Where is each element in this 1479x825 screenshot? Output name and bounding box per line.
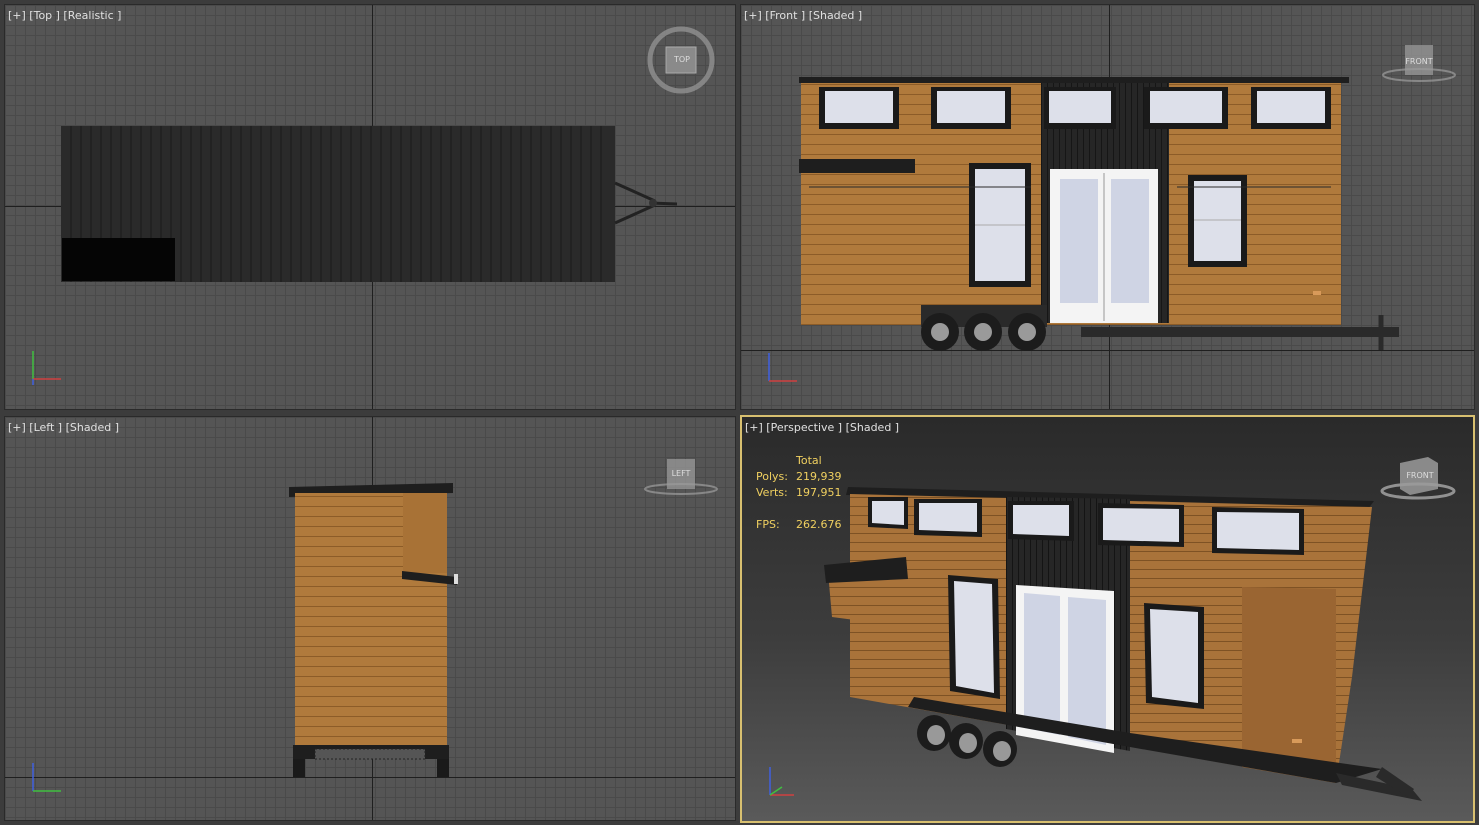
axis-gizmo-left — [32, 763, 61, 792]
fps-label: FPS: — [756, 518, 780, 531]
viewport-statistics: Total Polys: 219,939 Verts: 197,951 FPS: 26… — [756, 453, 856, 533]
clerestory-windows — [819, 87, 1331, 129]
house-front — [799, 77, 1349, 325]
viewcube-front-label[interactable]: FRONT — [1403, 57, 1435, 66]
house-left-side — [289, 483, 458, 777]
viewport-left[interactable]: [+] [Left ] [Shaded ] LEFT — [4, 416, 736, 821]
french-door — [1050, 169, 1158, 323]
trailer-roof-top — [61, 126, 615, 282]
viewport-label-front[interactable]: [+] [Front ] [Shaded ] — [744, 9, 862, 22]
viewcube-left-label[interactable]: LEFT — [665, 469, 697, 478]
viewport-label-top[interactable]: [+] [Top ] [Realistic ] — [8, 9, 121, 22]
axis-gizmo-top — [32, 351, 61, 385]
viewport-top[interactable]: [+] [Top ] [Realistic ] TOP — [4, 4, 736, 410]
front-view-canvas — [768, 45, 1456, 382]
trailer-hitch-top — [614, 181, 678, 225]
polys-value: 219,939 — [796, 470, 842, 483]
verts-label: Verts: — [756, 486, 788, 499]
viewcube-top-label[interactable]: TOP — [667, 55, 697, 64]
viewport-label-left[interactable]: [+] [Left ] [Shaded ] — [8, 421, 119, 434]
viewport-perspective[interactable]: [+] [Perspective ] [Shaded ] Total Polys… — [740, 415, 1475, 823]
stats-header: Total — [796, 454, 822, 467]
viewport-label-perspective[interactable]: [+] [Perspective ] [Shaded ] — [745, 421, 899, 434]
polys-label: Polys: — [756, 470, 788, 483]
fps-value: 262.676 — [796, 518, 842, 531]
left-view-canvas — [32, 459, 718, 792]
verts-value: 197,951 — [796, 486, 842, 499]
axis-gizmo-perspective — [769, 767, 794, 796]
top-view-canvas — [32, 26, 715, 385]
viewcube-perspective-label[interactable]: FRONT — [1404, 471, 1436, 480]
axis-gizmo-front — [768, 353, 797, 382]
viewport-front[interactable]: [+] [Front ] [Shaded ] FRONT — [740, 4, 1475, 410]
